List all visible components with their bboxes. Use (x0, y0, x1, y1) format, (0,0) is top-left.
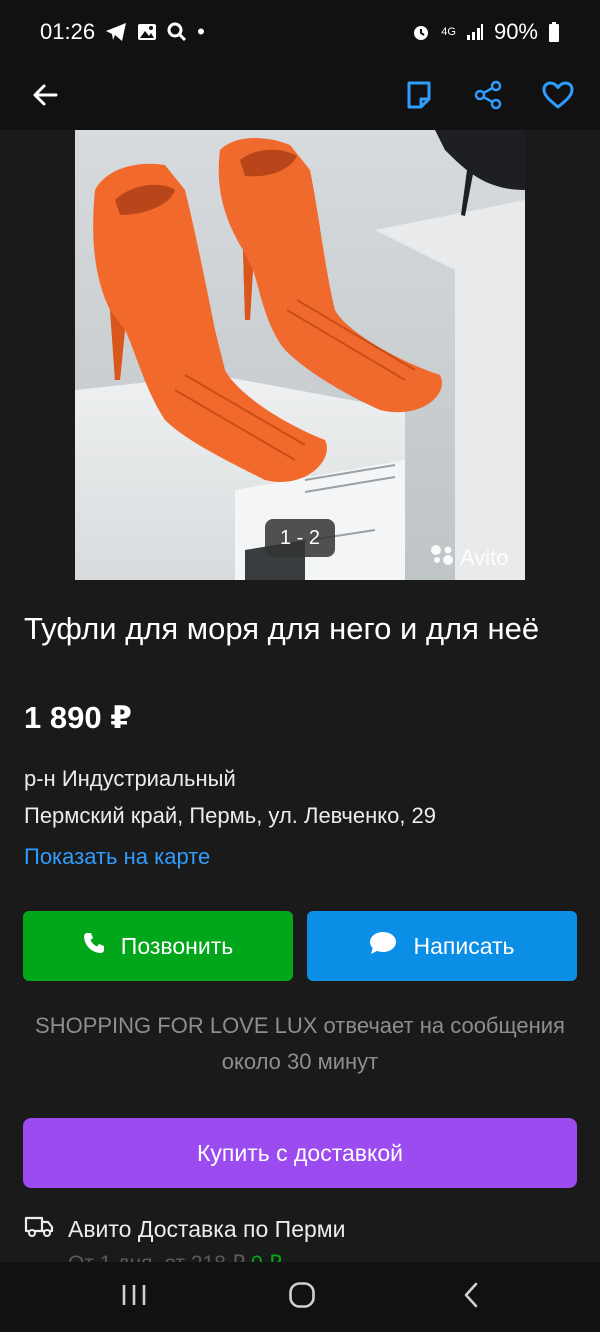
nav-back-button[interactable] (446, 1274, 496, 1320)
photo-counter: 1 - 2 (265, 519, 335, 557)
avito-watermark: Avito (430, 544, 509, 572)
listing-price: 1 890 ₽ (24, 700, 132, 735)
battery-percent: 90% (493, 19, 538, 44)
watermark-text: Avito (460, 545, 509, 570)
phone-icon (83, 932, 105, 960)
status-bar-left: 01:26 • (40, 19, 205, 45)
note-icon (405, 80, 433, 115)
seller-reply-note: SHOPPING FOR LOVE LUX отвечает на сообще… (35, 1013, 565, 1074)
share-icon (473, 80, 503, 115)
photo-gallery[interactable]: 1 - 2 Avito (0, 130, 600, 580)
show-on-map-link[interactable]: Показать на карте (24, 844, 210, 870)
home-button[interactable] (277, 1274, 327, 1320)
favorite-button[interactable] (535, 74, 581, 120)
call-button[interactable]: Позвонить (23, 911, 293, 981)
system-nav-bar (0, 1262, 600, 1332)
telegram-icon (105, 22, 127, 42)
avito-logo-icon (430, 544, 456, 572)
nav-back-icon (461, 1281, 481, 1314)
home-icon (288, 1281, 316, 1314)
back-button[interactable] (22, 74, 68, 120)
app-bar (0, 64, 600, 130)
status-bar: 01:26 • 4G 90% (0, 0, 600, 64)
recent-apps-icon (121, 1283, 147, 1312)
buy-with-delivery-button[interactable]: Купить с доставкой (23, 1118, 577, 1188)
status-bar-right: 4G 90% (411, 19, 560, 45)
listing-address: Пермский край, Пермь, ул. Левченко, 29 (24, 803, 437, 828)
signal-icon (466, 23, 484, 41)
network-type: 4G (441, 25, 456, 38)
listing-district: р-н Индустриальный (24, 766, 236, 791)
delivery-truck-icon (24, 1214, 54, 1244)
share-button[interactable] (465, 74, 511, 120)
message-label: Написать (413, 932, 515, 959)
note-button[interactable] (396, 74, 442, 120)
status-dot: • (197, 19, 205, 44)
heart-icon (542, 81, 574, 114)
status-time: 01:26 (40, 19, 96, 44)
chat-bubble-icon (369, 931, 397, 961)
listing-title: Туфли для моря для него и для неё (24, 611, 540, 646)
battery-icon (548, 22, 560, 42)
gallery-icon (137, 22, 157, 42)
recent-apps-button[interactable] (109, 1274, 159, 1320)
message-button[interactable]: Написать (307, 911, 577, 981)
listing-photo[interactable] (75, 130, 525, 580)
delivery-row[interactable]: Авито Доставка по Перми (24, 1214, 345, 1244)
search-icon (167, 22, 187, 42)
arrow-left-icon (31, 81, 59, 114)
call-label: Позвонить (120, 932, 234, 959)
delivery-title: Авито Доставка по Перми (68, 1215, 346, 1242)
alarm-icon (411, 22, 431, 42)
